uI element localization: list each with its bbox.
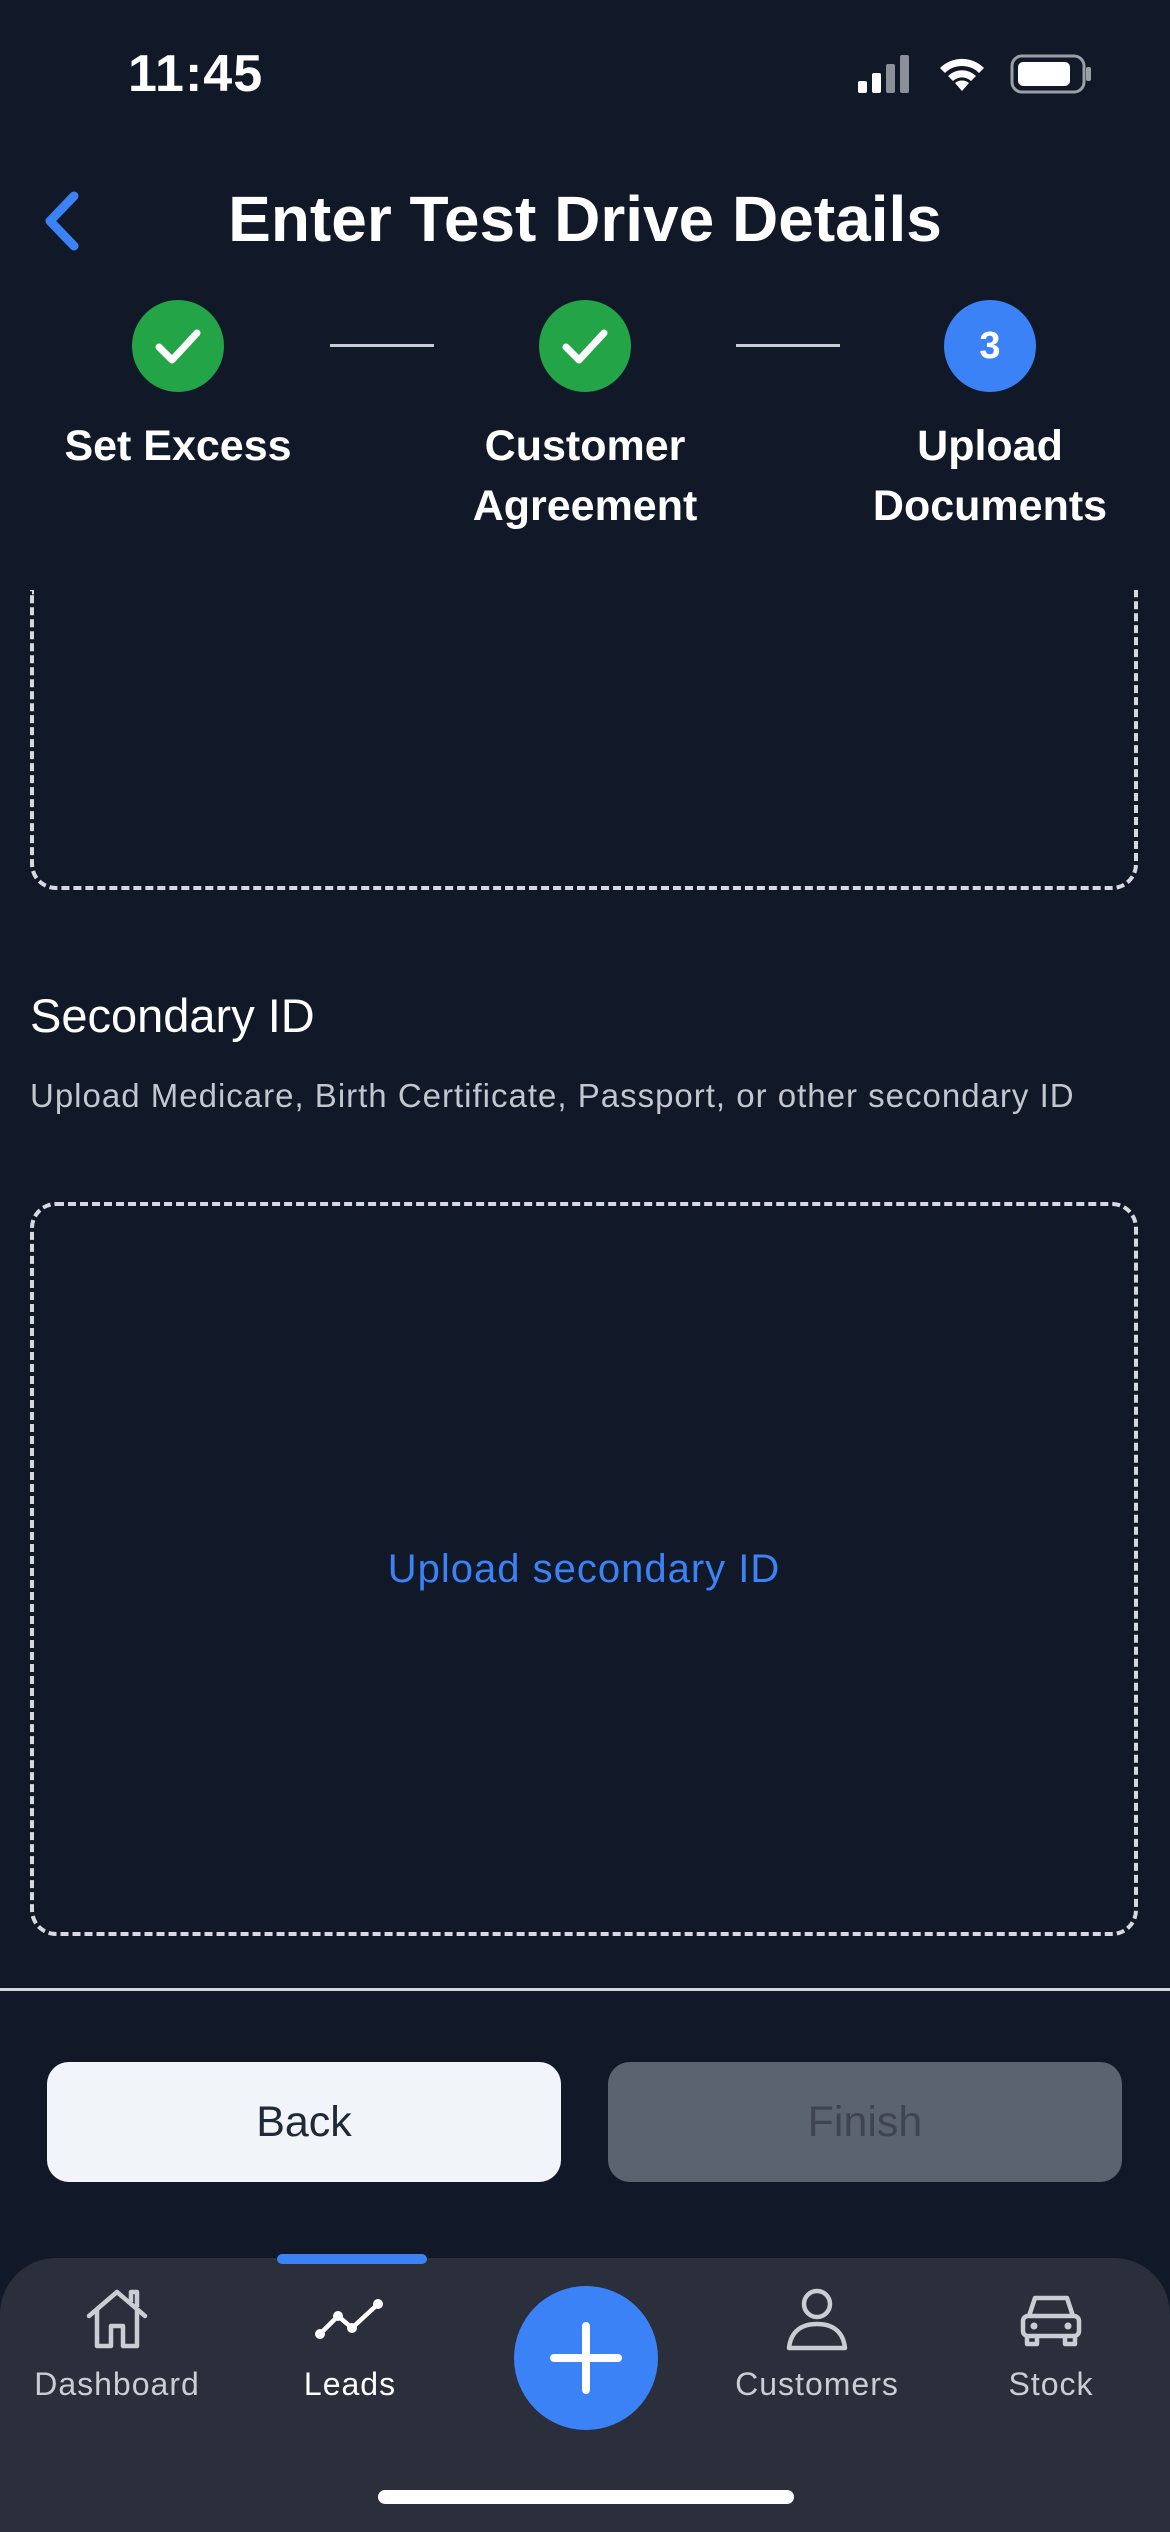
footer-divider [0, 1988, 1170, 1991]
home-icon [86, 2289, 148, 2349]
step-label-upload-documents: Upload Documents [872, 422, 1108, 530]
wifi-icon [940, 58, 984, 91]
nav-label-leads: Leads [303, 2366, 397, 2402]
nav-item-stock[interactable]: Stock [941, 2280, 1161, 2403]
secondary-id-description: Upload Medicare, Birth Certificate, Pass… [30, 1077, 1075, 1114]
nav-item-customers[interactable]: Customers [707, 2280, 927, 2403]
trend-icon [315, 2299, 383, 2339]
nav-label-customers: Customers [735, 2366, 899, 2402]
step-connector [736, 344, 840, 347]
step-label-customer-agreement: Customer Agreement [472, 422, 698, 530]
step-3-active: 3 [944, 300, 1036, 392]
battery-icon [1010, 54, 1091, 94]
status-icons [856, 54, 1092, 94]
step-connector [330, 344, 434, 347]
car-icon [1020, 2295, 1082, 2347]
user-icon [786, 2288, 848, 2351]
home-indicator[interactable] [378, 2490, 794, 2504]
page-title: Enter Test Drive Details [228, 183, 942, 255]
finish-button[interactable]: Finish [608, 2062, 1122, 2182]
back-button[interactable]: Back [47, 2062, 561, 2182]
status-time: 11:45 [128, 45, 264, 103]
nav-label-dashboard: Dashboard [34, 2366, 200, 2402]
signal-icon [858, 55, 909, 93]
nav-label-stock: Stock [1008, 2366, 1094, 2402]
step-2-complete [539, 300, 631, 392]
plus-icon [550, 2322, 622, 2394]
nav-active-indicator [277, 2254, 427, 2264]
nav-item-dashboard[interactable]: Dashboard [7, 2280, 227, 2403]
nav-item-leads[interactable]: Leads [240, 2280, 460, 2403]
step-label-set-excess: Set Excess [64, 422, 292, 470]
add-button[interactable] [514, 2286, 658, 2430]
primary-id-upload-area[interactable] [30, 590, 1138, 890]
upload-secondary-id-link[interactable]: Upload secondary ID [388, 1547, 781, 1592]
check-icon [155, 329, 201, 364]
step-number: 3 [979, 324, 1001, 367]
check-icon [562, 329, 608, 364]
secondary-id-upload-area[interactable]: Upload secondary ID [30, 1202, 1138, 1936]
step-1-complete [132, 300, 224, 392]
secondary-id-title: Secondary ID [30, 989, 315, 1042]
